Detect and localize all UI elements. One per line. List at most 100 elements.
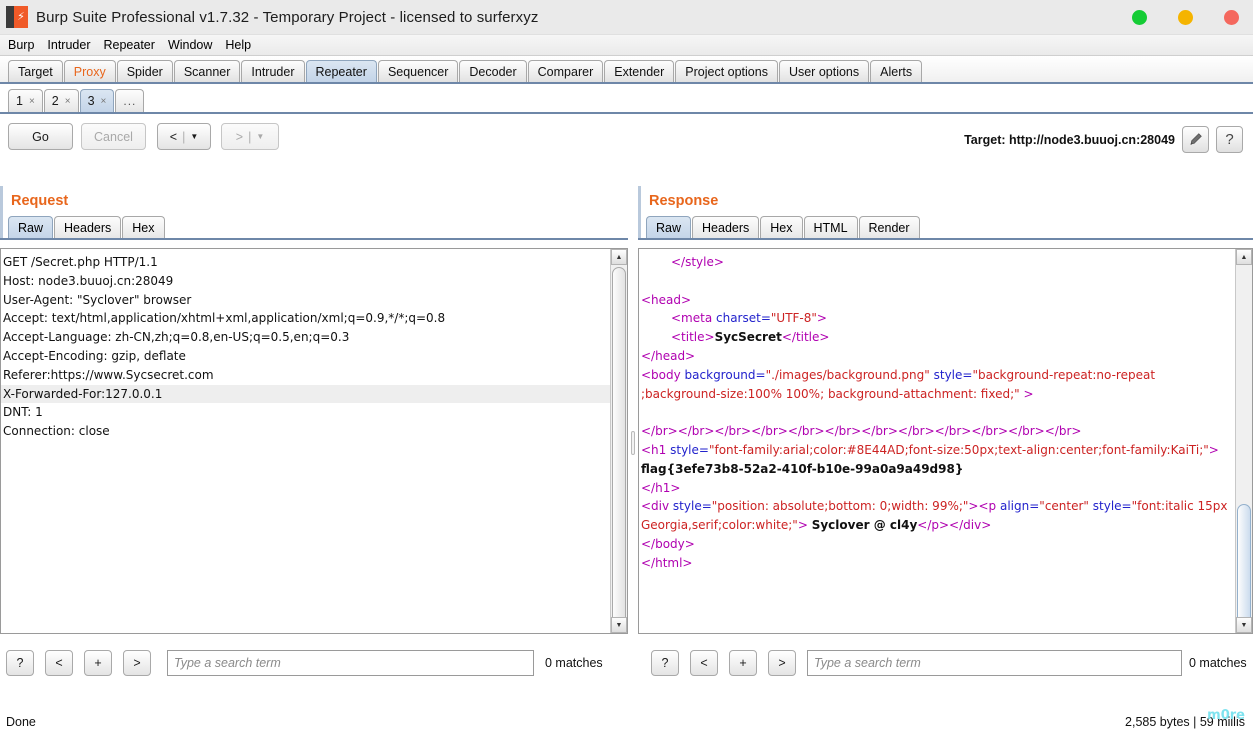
repeater-tab-add[interactable]: ... bbox=[115, 89, 145, 112]
response-title: Response bbox=[649, 193, 719, 209]
response-token: style= bbox=[1092, 499, 1132, 514]
repeater-tab-3[interactable]: 3 × bbox=[79, 89, 115, 112]
pencil-icon[interactable] bbox=[1182, 126, 1209, 153]
scrollbar-thumb[interactable] bbox=[612, 267, 626, 633]
circle-green-icon[interactable] bbox=[1132, 9, 1147, 25]
forward-button[interactable]: > | ▼ bbox=[221, 123, 279, 150]
response-line: </h1> bbox=[639, 479, 1235, 498]
response-token: "./images/background.png" bbox=[765, 367, 930, 382]
scroll-down-icon[interactable]: ▼ bbox=[611, 617, 627, 633]
tab-proxy[interactable]: Proxy bbox=[63, 60, 116, 82]
request-editor[interactable]: GET /Secret.php HTTP/1.1 Host: node3.buu… bbox=[0, 248, 628, 634]
menu-item-intruder[interactable]: Intruder bbox=[47, 38, 90, 52]
tab-spider[interactable]: Spider bbox=[116, 60, 173, 82]
request-search-next-button[interactable]: > bbox=[123, 650, 151, 676]
request-search-prev-button[interactable]: < bbox=[45, 650, 73, 676]
circle-amber-icon[interactable] bbox=[1178, 9, 1193, 25]
close-icon[interactable]: × bbox=[29, 96, 35, 107]
response-search-input[interactable]: Type a search term bbox=[807, 650, 1182, 676]
repeater-toolbar: Go Cancel < | ▼ > | ▼ Target: http://nod… bbox=[0, 114, 1253, 166]
response-token: "center" bbox=[1039, 499, 1089, 514]
request-tab-raw[interactable]: Raw bbox=[8, 216, 54, 239]
close-icon[interactable]: × bbox=[101, 96, 107, 107]
tab-intruder[interactable]: Intruder bbox=[241, 60, 305, 82]
tab-decoder[interactable]: Decoder bbox=[459, 60, 527, 82]
response-search-help-button[interactable]: ? bbox=[651, 650, 679, 676]
request-search-help-button[interactable]: ? bbox=[6, 650, 34, 676]
response-line: </html> bbox=[639, 554, 1235, 573]
repeater-tab-1[interactable]: 1 × bbox=[8, 89, 43, 112]
menu-item-window[interactable]: Window bbox=[168, 38, 212, 52]
request-text[interactable]: GET /Secret.php HTTP/1.1 Host: node3.buu… bbox=[1, 249, 610, 633]
chevron-right-icon: > bbox=[235, 129, 244, 144]
response-tab-render[interactable]: Render bbox=[858, 216, 920, 239]
go-button[interactable]: Go bbox=[8, 123, 73, 150]
response-token: background= bbox=[684, 367, 766, 382]
response-scrollbar[interactable]: ▲ ▼ bbox=[1235, 249, 1252, 633]
circle-red-icon[interactable] bbox=[1224, 9, 1239, 25]
scrollbar-thumb[interactable] bbox=[1237, 504, 1251, 633]
tab-alerts[interactable]: Alerts bbox=[870, 60, 923, 82]
response-token: </br></br></br></br></br></br></br></br>… bbox=[641, 424, 1082, 439]
tab-user-options[interactable]: User options bbox=[778, 60, 870, 82]
chevron-left-icon: < bbox=[169, 129, 178, 144]
cancel-button[interactable]: Cancel bbox=[81, 123, 146, 150]
back-button[interactable]: < | ▼ bbox=[157, 123, 211, 150]
tab-repeater[interactable]: Repeater bbox=[305, 60, 377, 82]
help-button[interactable]: ? bbox=[1216, 126, 1243, 153]
response-line: <title>SycSecret</title> bbox=[639, 328, 1235, 347]
tab-project-options[interactable]: Project options bbox=[675, 60, 778, 82]
burp-suite-window: ⚡ Burp Suite Professional v1.7.32 - Temp… bbox=[0, 0, 1253, 738]
menu-item-repeater[interactable]: Repeater bbox=[104, 38, 155, 52]
repeater-tab-2[interactable]: 2 × bbox=[43, 89, 79, 112]
close-icon[interactable]: × bbox=[65, 96, 71, 107]
response-token: </title> bbox=[781, 330, 830, 345]
tab-target[interactable]: Target bbox=[8, 60, 63, 82]
request-tab-bar: Raw Headers Hex bbox=[8, 216, 166, 239]
response-line: </body> bbox=[639, 535, 1235, 554]
response-editor[interactable]: </style> <head> <meta charset="UTF-8"> <ti… bbox=[638, 248, 1253, 634]
response-token: <title> bbox=[671, 330, 715, 345]
response-tab-headers[interactable]: Headers bbox=[692, 216, 760, 239]
accent-bar bbox=[0, 186, 3, 240]
response-text[interactable]: </style> <head> <meta charset="UTF-8"> <ti… bbox=[639, 249, 1235, 633]
response-search-next-button[interactable]: > bbox=[768, 650, 796, 676]
tab-scanner[interactable]: Scanner bbox=[173, 60, 241, 82]
request-tab-hex[interactable]: Hex bbox=[122, 216, 165, 239]
response-token: style= bbox=[670, 442, 709, 457]
request-search-add-button[interactable]: + bbox=[84, 650, 112, 676]
response-line: </br></br></br></br></br></br></br></br>… bbox=[639, 422, 1235, 441]
response-search-prev-button[interactable]: < bbox=[690, 650, 718, 676]
response-token: </body> bbox=[641, 536, 695, 551]
tab-extender[interactable]: Extender bbox=[604, 60, 675, 82]
tab-sequencer[interactable]: Sequencer bbox=[377, 60, 459, 82]
menu-item-help[interactable]: Help bbox=[225, 38, 251, 52]
response-tab-html[interactable]: HTML bbox=[803, 216, 858, 239]
request-tab-headers[interactable]: Headers bbox=[54, 216, 122, 239]
request-match-count: 0 matches bbox=[545, 656, 603, 670]
response-token: "font-family:arial;color:#8E44AD;font-si… bbox=[708, 442, 1209, 457]
scroll-down-icon[interactable]: ▼ bbox=[1236, 617, 1252, 633]
response-token: style= bbox=[672, 499, 712, 514]
menu-item-burp[interactable]: Burp bbox=[8, 38, 34, 52]
scroll-up-icon[interactable]: ▲ bbox=[611, 249, 627, 265]
divider: | bbox=[248, 129, 252, 144]
response-token: > bbox=[816, 311, 827, 326]
response-tab-hex[interactable]: Hex bbox=[760, 216, 803, 239]
tab-comparer[interactable]: Comparer bbox=[527, 60, 604, 82]
splitter-grip[interactable] bbox=[631, 431, 635, 455]
request-search-input[interactable]: Type a search term bbox=[167, 650, 534, 676]
scroll-up-icon[interactable]: ▲ bbox=[1236, 249, 1252, 265]
response-token: style= bbox=[933, 367, 973, 382]
response-tab-bar: Raw Headers Hex HTML Render bbox=[646, 216, 921, 239]
response-token: "font:italic 15px bbox=[1131, 499, 1228, 514]
window-title: Burp Suite Professional v1.7.32 - Tempor… bbox=[36, 8, 539, 26]
request-scrollbar[interactable]: ▲ ▼ bbox=[610, 249, 627, 633]
divider bbox=[0, 238, 628, 240]
response-tab-raw[interactable]: Raw bbox=[646, 216, 692, 239]
response-match-count: 0 matches bbox=[1189, 656, 1247, 670]
response-token: > bbox=[797, 518, 812, 533]
pane-splitter[interactable] bbox=[628, 186, 638, 686]
title-bar: ⚡ Burp Suite Professional v1.7.32 - Temp… bbox=[0, 0, 1253, 35]
response-search-add-button[interactable]: + bbox=[729, 650, 757, 676]
